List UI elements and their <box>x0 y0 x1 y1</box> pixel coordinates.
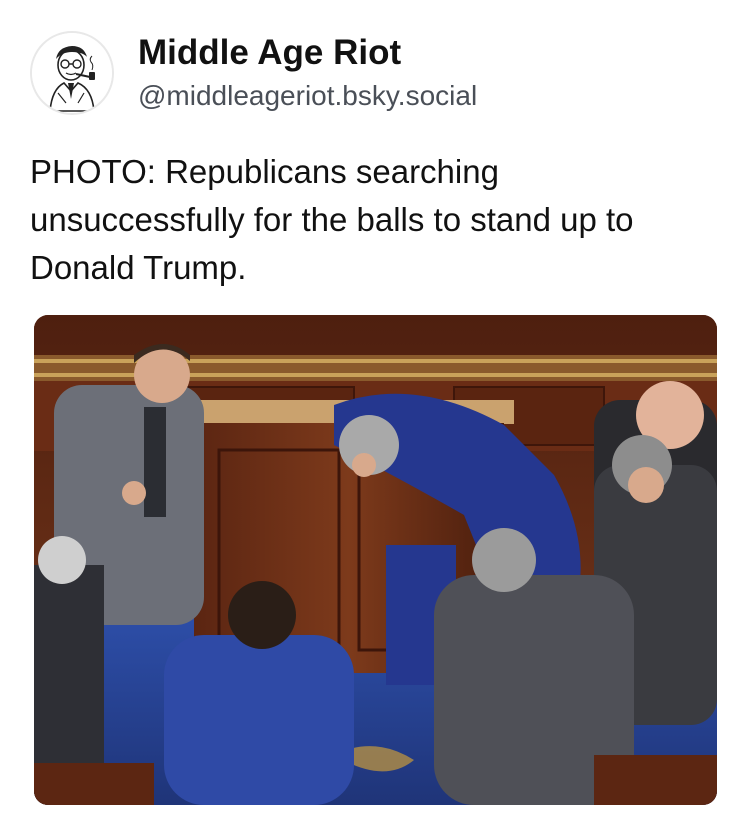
post-header: Middle Age Riot @middleageriot.bsky.soci… <box>30 28 477 118</box>
post-photo[interactable] <box>34 315 717 805</box>
author-handle[interactable]: @middleageriot.bsky.social <box>138 78 477 114</box>
vintage-man-pipe-avatar-icon <box>32 33 112 113</box>
author-avatar[interactable] <box>30 31 114 115</box>
author-display-name[interactable]: Middle Age Riot <box>138 32 477 74</box>
post-card: Middle Age Riot @middleageriot.bsky.soci… <box>0 0 750 825</box>
post-text: PHOTO: Republicans searching unsuccessfu… <box>30 153 634 286</box>
legislators-kneeling-at-podium-photo-icon <box>34 315 717 805</box>
author-names: Middle Age Riot @middleageriot.bsky.soci… <box>138 32 477 114</box>
